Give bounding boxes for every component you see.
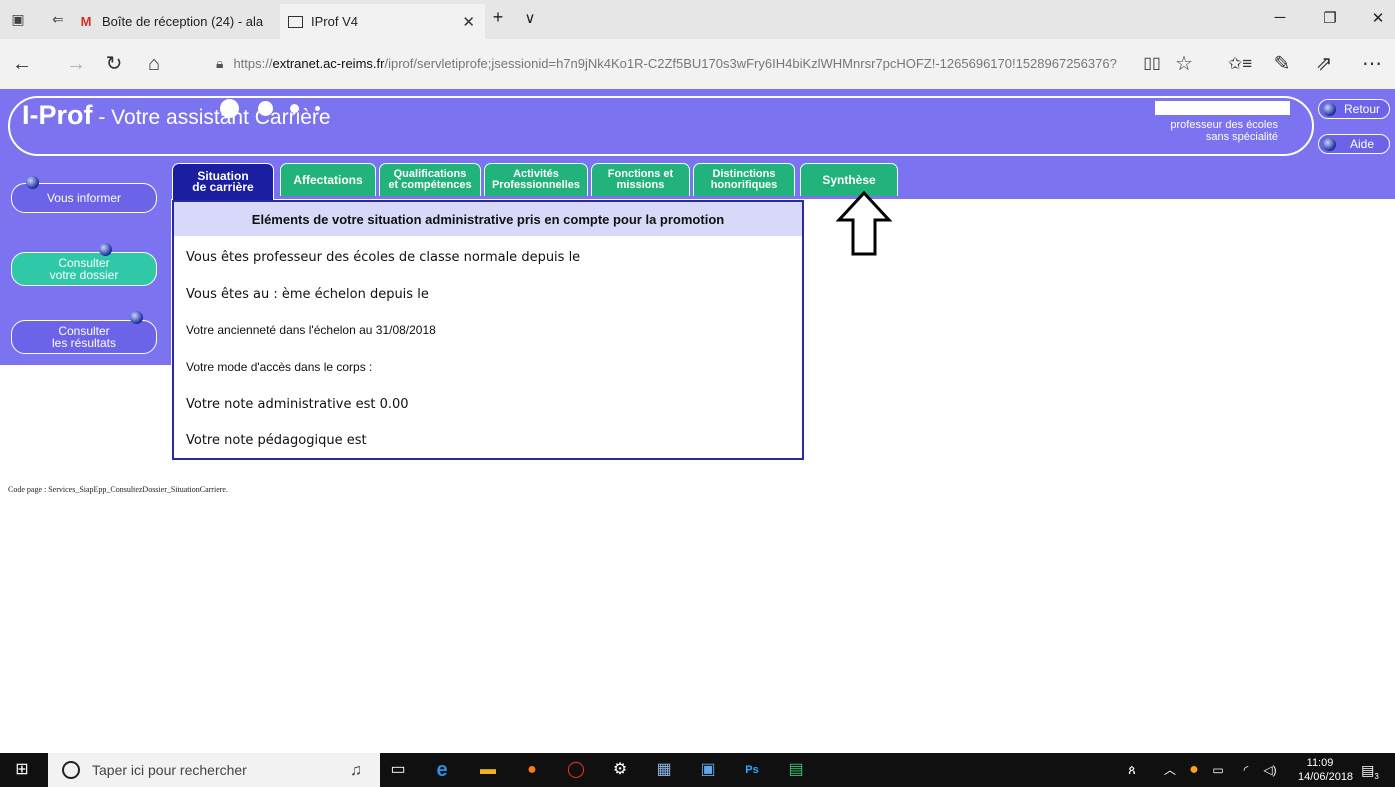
restore-icon[interactable]: ❐	[1320, 9, 1340, 27]
panel-heading: Eléments de votre situation administrati…	[174, 202, 802, 236]
retour-button[interactable]: Retour	[1318, 99, 1390, 119]
wifi-icon[interactable]: ◜	[1236, 760, 1256, 780]
task-view-icon[interactable]: ▭	[388, 760, 408, 780]
tab-list-button[interactable]: ∨	[520, 9, 540, 27]
tab-gmail[interactable]: M Boîte de réception (24) - ala	[70, 4, 280, 39]
favorite-star-icon[interactable]: ☆	[1172, 52, 1196, 76]
photoshop-icon[interactable]: Ps	[742, 760, 762, 780]
browser-nav-bar: ← → ↻ ⌂ 🔒︎ https://extranet.ac-reims.fr/…	[0, 39, 1395, 90]
ball-icon	[99, 243, 112, 256]
ball-icon	[1323, 102, 1336, 116]
ball-icon	[130, 311, 143, 324]
more-icon[interactable]: ⋯	[1360, 52, 1384, 76]
app-title-sub: - Votre assistant Carrière	[92, 106, 331, 129]
row-echelon: Vous êtes au : ème échelon depuis le	[186, 287, 429, 302]
edge-icon[interactable]: e	[432, 760, 452, 780]
url-text: https://extranet.ac-reims.fr/iprof/servl…	[233, 55, 1117, 71]
row-corps: Vous êtes professeur des écoles de class…	[186, 250, 581, 265]
cortana-icon	[62, 761, 80, 779]
row-note-peda: Votre note pédagogique est	[186, 433, 367, 448]
user-profile: professeur des écoles sans spécialité	[1170, 119, 1278, 143]
sidebar-item-consulter-dossier[interactable]: Consulter votre dossier	[11, 252, 157, 286]
aide-button[interactable]: Aide	[1318, 134, 1390, 154]
settings-gear-icon[interactable]: ⚙	[610, 760, 630, 780]
arrow-up-icon	[836, 190, 892, 256]
windows-taskbar: ⊞ Taper ici pour rechercher ♫ ▭ e ▬ ● ◯ …	[0, 753, 1395, 787]
set-tabs-aside-icon[interactable]: ⇐	[50, 11, 66, 27]
taskbar-clock[interactable]: 11:09 14/06/2018	[1298, 756, 1353, 784]
minimize-icon[interactable]: ─	[1270, 9, 1290, 26]
tab-title: IProf V4	[311, 14, 358, 29]
app-icon[interactable]: ▣	[698, 760, 718, 780]
reading-view-icon[interactable]: ▯▯	[1140, 52, 1164, 76]
tab-distinctions[interactable]: Distinctions honorifiques	[693, 163, 795, 196]
tab-affectations[interactable]: Affectations	[280, 163, 376, 196]
search-placeholder: Taper ici pour rechercher	[92, 762, 247, 778]
new-tab-button[interactable]: +	[488, 7, 508, 28]
microphone-icon[interactable]: ♫	[346, 761, 366, 781]
notification-icon[interactable]: ▤3	[1360, 760, 1380, 781]
row-mode-acces: Votre mode d'accès dans le corps :	[186, 360, 373, 374]
taskbar-search[interactable]: Taper ici pour rechercher	[48, 753, 380, 787]
ball-icon	[1323, 137, 1336, 151]
lock-icon: 🔒︎	[216, 54, 224, 71]
tab-activites[interactable]: Activités Professionnelles	[484, 163, 588, 196]
user-name-box	[1155, 101, 1290, 115]
home-icon[interactable]: ⌂	[142, 52, 166, 76]
tab-qualifications[interactable]: Qualifications et compétences	[379, 163, 481, 196]
forward-icon[interactable]: →	[64, 52, 88, 76]
browser-tab-bar: ▣ ⇐ M Boîte de réception (24) - ala IPro…	[0, 0, 1395, 39]
row-anciennete: Votre ancienneté dans l'échelon au 31/08…	[186, 323, 436, 337]
close-icon[interactable]: ✕	[462, 13, 475, 31]
volume-icon[interactable]: ◁)	[1260, 760, 1280, 780]
situation-panel: Eléments de votre situation administrati…	[172, 200, 804, 460]
pen-icon[interactable]: ✎	[1270, 52, 1294, 76]
tab-preview-icon[interactable]: ▣	[10, 11, 26, 27]
address-bar[interactable]: 🔒︎ https://extranet.ac-reims.fr/iprof/se…	[204, 45, 1201, 81]
app-title: I-Prof - Votre assistant Carrière	[22, 100, 331, 131]
tray-app-icon[interactable]: ●	[1184, 760, 1204, 780]
people-icon[interactable]: ጰ	[1122, 760, 1142, 780]
word-icon[interactable]: ▦	[654, 760, 674, 780]
back-icon[interactable]: ←	[10, 52, 34, 76]
favorites-hub-icon[interactable]: ✩≡	[1228, 52, 1252, 76]
tab-iprof[interactable]: IProf V4 ✕	[280, 4, 485, 39]
tab-fonctions[interactable]: Fonctions et missions	[591, 163, 690, 196]
row-note-admin: Votre note administrative est 0.00	[186, 397, 409, 412]
tab-title: Boîte de réception (24) - ala	[102, 14, 264, 29]
sidebar-item-consulter-resultats[interactable]: Consulter les résultats	[11, 320, 157, 354]
app-title-main: I-Prof	[22, 100, 93, 130]
ball-icon	[26, 176, 39, 189]
excel-icon[interactable]: ▤	[786, 760, 806, 780]
gmail-icon: M	[80, 14, 92, 29]
file-explorer-icon[interactable]: ▬	[478, 760, 498, 780]
share-icon[interactable]: ⇗	[1312, 52, 1336, 76]
code-page-label: Code page : Services_SiapEpp_ConsultezDo…	[8, 485, 228, 494]
firefox-icon[interactable]: ●	[522, 760, 542, 780]
page-icon	[288, 15, 303, 28]
battery-icon[interactable]: ▭	[1208, 760, 1228, 780]
windows-start-icon[interactable]: ⊞	[12, 760, 32, 780]
tab-situation-carriere[interactable]: Situation de carrière	[172, 163, 274, 200]
opera-icon[interactable]: ◯	[566, 760, 586, 780]
chevron-up-icon[interactable]: ︿	[1160, 760, 1180, 780]
refresh-icon[interactable]: ↻	[102, 52, 126, 76]
close-window-icon[interactable]: ✕	[1368, 9, 1388, 27]
